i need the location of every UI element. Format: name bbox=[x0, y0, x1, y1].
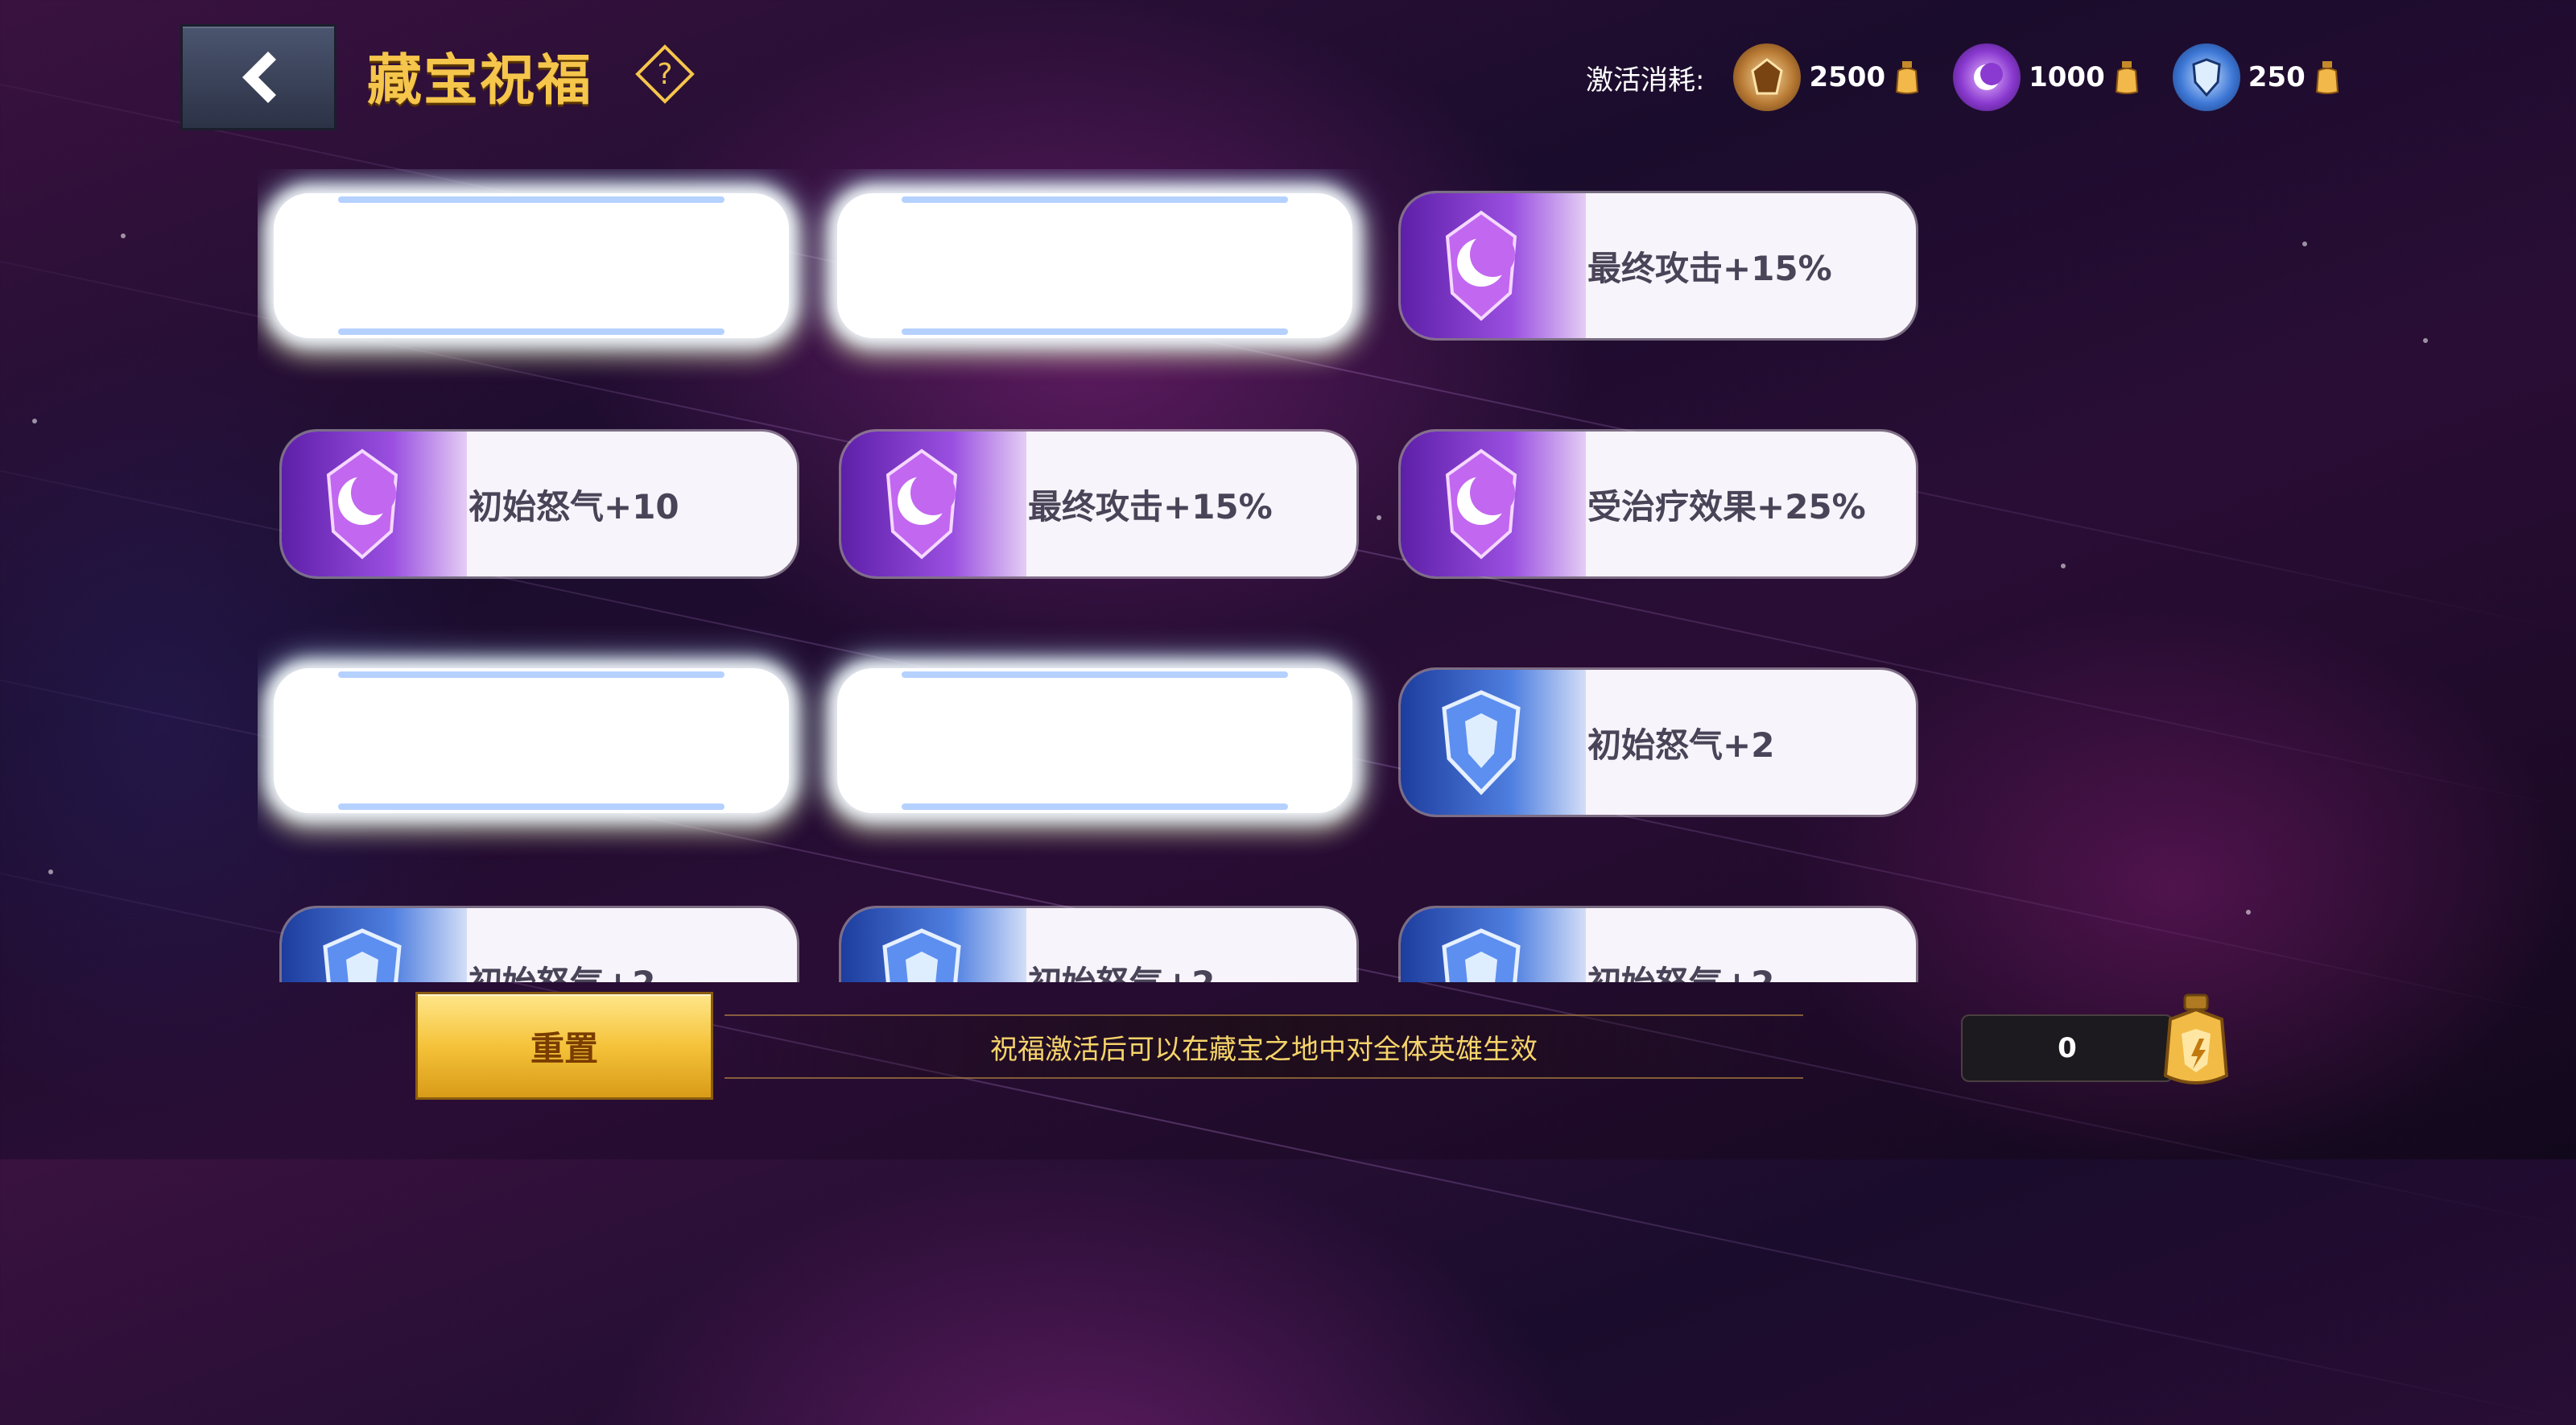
cost-value-gold: 2500 bbox=[1809, 61, 1886, 93]
reset-button[interactable]: 重置 bbox=[415, 992, 713, 1100]
blessing-text: 初始怒气+2 bbox=[1028, 908, 1215, 983]
blessing-card-glowing[interactable] bbox=[837, 193, 1352, 338]
back-button[interactable] bbox=[180, 24, 336, 130]
blessing-grid: 最终攻击+15% 初始怒气+10 最终攻击+15% 受治疗效果+25% 初始怒气… bbox=[258, 169, 1964, 982]
shield-crest-icon bbox=[882, 928, 961, 982]
blessing-card[interactable]: 最终攻击+15% bbox=[1401, 193, 1916, 338]
moon-crest-icon bbox=[886, 448, 958, 560]
moon-crest-icon bbox=[1445, 210, 1517, 321]
page-title: 藏宝祝福 bbox=[367, 49, 593, 113]
cost-item-blue: 250 bbox=[2172, 43, 2341, 111]
blessing-card[interactable]: 初始怒气+2 bbox=[841, 908, 1356, 982]
gold-emblem-icon bbox=[1733, 43, 1802, 111]
blue-emblem-icon bbox=[2172, 43, 2240, 111]
shield-crest-icon bbox=[1442, 928, 1521, 982]
cost-value-blue: 250 bbox=[2248, 61, 2306, 93]
blessing-card[interactable]: 初始怒气+10 bbox=[282, 432, 797, 576]
blessing-card[interactable]: 最终攻击+15% bbox=[841, 432, 1356, 576]
cost-label: 激活消耗: bbox=[1586, 64, 1705, 97]
info-text: 祝福激活后可以在藏宝之地中对全体英雄生效 bbox=[724, 1014, 1803, 1079]
cost-item-violet: 1000 bbox=[1953, 43, 2140, 111]
chevron-left-icon bbox=[242, 52, 276, 103]
blessing-card[interactable]: 初始怒气+2 bbox=[1401, 908, 1916, 982]
blessing-card[interactable]: 初始怒气+2 bbox=[1401, 670, 1916, 815]
activation-cost-bar: 激活消耗: 2500 1000 250 bbox=[1586, 43, 2362, 111]
blessing-card[interactable]: 受治疗效果+25% bbox=[1401, 432, 1916, 576]
potion-icon bbox=[2315, 61, 2339, 94]
moon-crest-icon bbox=[1445, 448, 1517, 560]
svg-text:?: ? bbox=[657, 58, 672, 91]
golden-potion-icon bbox=[2163, 993, 2229, 1084]
blessing-text: 最终攻击+15% bbox=[1028, 486, 1273, 527]
blessing-card[interactable]: 初始怒气+2 bbox=[282, 908, 797, 982]
blessing-text: 初始怒气+10 bbox=[469, 486, 679, 527]
shield-crest-icon bbox=[1442, 690, 1521, 795]
blessing-card-glowing[interactable] bbox=[837, 668, 1352, 813]
blessing-card-glowing[interactable] bbox=[274, 668, 789, 813]
blessing-text: 最终攻击+15% bbox=[1587, 248, 1832, 288]
potion-icon bbox=[2115, 61, 2138, 94]
currency-counter: 0 bbox=[1961, 1014, 2174, 1082]
potion-icon bbox=[1896, 61, 1919, 94]
blessing-text: 初始怒气+2 bbox=[1587, 908, 1774, 983]
cost-value-violet: 1000 bbox=[2029, 61, 2105, 93]
blessing-text: 初始怒气+2 bbox=[1587, 725, 1775, 765]
moon-crest-icon bbox=[326, 448, 398, 560]
blessing-card-glowing[interactable] bbox=[274, 193, 789, 338]
blessing-text: 初始怒气+2 bbox=[469, 908, 655, 983]
question-diamond-icon[interactable]: ? bbox=[634, 43, 696, 105]
blessing-text: 受治疗效果+25% bbox=[1587, 486, 1866, 527]
violet-emblem-icon bbox=[1953, 43, 2021, 111]
shield-crest-icon bbox=[323, 928, 402, 982]
cost-item-gold: 2500 bbox=[1733, 43, 1921, 111]
